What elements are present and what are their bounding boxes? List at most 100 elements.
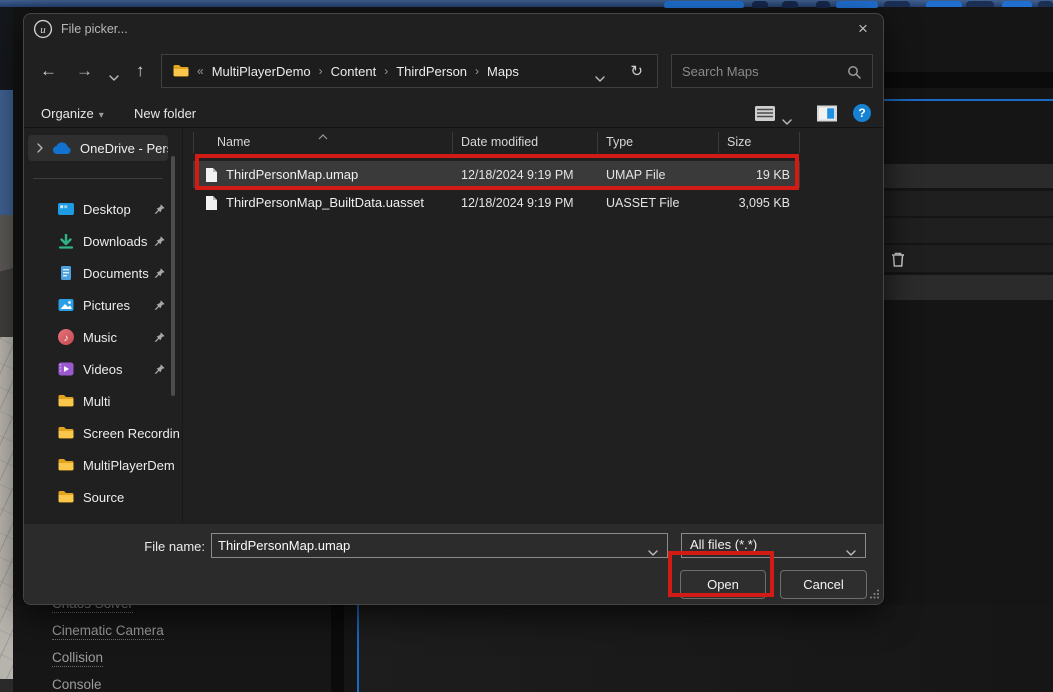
file-name-combobox[interactable] bbox=[211, 533, 668, 558]
pin-icon bbox=[153, 363, 166, 376]
sidebar-item-music[interactable]: ♪ Music bbox=[24, 321, 181, 353]
viewport-sky bbox=[0, 90, 13, 215]
breadcrumb-item[interactable]: ThirdPerson bbox=[392, 64, 471, 79]
sidebar-divider bbox=[33, 178, 163, 179]
folder-icon bbox=[57, 424, 75, 442]
toolbar-divider bbox=[24, 127, 883, 128]
folder-icon bbox=[57, 488, 75, 506]
pictures-icon bbox=[57, 296, 75, 314]
file-picker-dialog: u File picker... × ← → ↑ « MultiPlayerDe… bbox=[23, 13, 884, 605]
file-name: ThirdPersonMap_BuiltData.uasset bbox=[226, 195, 424, 210]
file-type-value: All files (*.*) bbox=[690, 537, 757, 552]
pin-icon bbox=[153, 235, 166, 248]
videos-icon bbox=[57, 360, 75, 378]
file-name-cell: ThirdPersonMap_BuiltData.uasset bbox=[193, 195, 453, 211]
sidebar-item-label: Pictures bbox=[83, 298, 130, 313]
address-bar[interactable]: « MultiPlayerDemo›Content›ThirdPerson›Ma… bbox=[161, 54, 658, 88]
close-icon[interactable]: × bbox=[850, 17, 876, 41]
settings-link-cinematic-camera[interactable]: Cinematic Camera bbox=[52, 623, 164, 640]
file-icon bbox=[205, 195, 218, 211]
sidebar-item-onedrive[interactable]: OneDrive - Perso bbox=[28, 135, 168, 161]
sidebar-item-label: Source bbox=[83, 490, 124, 505]
breadcrumb: MultiPlayerDemo›Content›ThirdPerson›Maps bbox=[208, 64, 523, 79]
recent-locations-chevron-icon[interactable] bbox=[109, 68, 119, 86]
resize-grip-icon[interactable] bbox=[869, 586, 880, 604]
search-icon[interactable] bbox=[847, 65, 861, 84]
sidebar-item-label: Downloads bbox=[83, 234, 147, 249]
dialog-toolbar: Organize▾ New folder ? bbox=[24, 101, 883, 128]
breadcrumb-overflow-icon[interactable]: « bbox=[197, 64, 204, 78]
sidebar-item-screen-recordin[interactable]: Screen Recordin bbox=[24, 417, 181, 449]
sidebar-item-pictures[interactable]: Pictures bbox=[24, 289, 181, 321]
search-box[interactable] bbox=[671, 54, 873, 88]
trash-icon[interactable] bbox=[890, 251, 906, 268]
screenshot-root: Chaos SolverCinematic CameraCollisionCon… bbox=[0, 0, 1053, 692]
folder-icon bbox=[172, 62, 190, 80]
sidebar-item-documents[interactable]: Documents bbox=[24, 257, 181, 289]
column-header-type[interactable]: Type bbox=[598, 132, 719, 153]
panel-row bbox=[884, 245, 1053, 272]
column-header-size[interactable]: Size bbox=[719, 132, 800, 153]
panel-divider bbox=[331, 605, 344, 692]
dialog-titlebar[interactable]: u File picker... × bbox=[24, 14, 883, 44]
unreal-engine-logo-icon: u bbox=[33, 19, 53, 39]
folder-icon bbox=[57, 392, 75, 410]
sidebar-item-source[interactable]: Source bbox=[24, 481, 181, 513]
file-date: 12/18/2024 9:19 PM bbox=[453, 196, 598, 210]
sidebar-item-multiplayerdem[interactable]: MultiPlayerDem bbox=[24, 449, 181, 481]
forward-button[interactable]: → bbox=[76, 62, 93, 80]
annotation-rectangle-selected-file bbox=[195, 154, 799, 190]
editor-details-panel bbox=[884, 7, 1053, 692]
search-input[interactable] bbox=[682, 56, 842, 86]
preview-pane-icon[interactable] bbox=[817, 105, 837, 127]
organize-button[interactable]: Organize▾ bbox=[41, 106, 104, 121]
chevron-down-icon: ▾ bbox=[94, 110, 104, 121]
taskbar-icon-fragment bbox=[752, 1, 768, 8]
up-button[interactable]: ↑ bbox=[136, 62, 145, 80]
sidebar-item-multi[interactable]: Multi bbox=[24, 385, 181, 417]
refresh-icon[interactable]: ↻ bbox=[630, 62, 643, 80]
breadcrumb-separator-icon: › bbox=[315, 64, 327, 78]
column-headers: NameDate modifiedTypeSize bbox=[193, 132, 800, 153]
file-row[interactable]: ThirdPersonMap_BuiltData.uasset 12/18/202… bbox=[193, 189, 800, 216]
cancel-button[interactable]: Cancel bbox=[780, 570, 867, 599]
file-name-input[interactable] bbox=[218, 534, 638, 557]
svg-text:u: u bbox=[40, 24, 46, 36]
panel-row bbox=[884, 164, 1053, 188]
dialog-title: File picker... bbox=[61, 14, 128, 44]
sidebar-item-label: Music bbox=[83, 330, 117, 345]
breadcrumb-item[interactable]: MultiPlayerDemo bbox=[208, 64, 315, 79]
breadcrumb-item[interactable]: Maps bbox=[483, 64, 523, 79]
panel-row bbox=[884, 275, 1053, 300]
taskbar-icon-fragment bbox=[836, 1, 878, 8]
breadcrumb-separator-icon: › bbox=[471, 64, 483, 78]
file-name-label: File name: bbox=[105, 539, 205, 554]
sidebar-item-label: Documents bbox=[83, 266, 149, 281]
details-view-icon[interactable] bbox=[754, 105, 776, 127]
settings-link-collision[interactable]: Collision bbox=[52, 650, 103, 667]
breadcrumb-item[interactable]: Content bbox=[327, 64, 381, 79]
sidebar-item-videos[interactable]: Videos bbox=[24, 353, 181, 385]
expand-chevron-icon[interactable] bbox=[37, 143, 43, 153]
viewport-ramp bbox=[0, 215, 13, 337]
sidebar-item-desktop[interactable]: Desktop bbox=[24, 193, 181, 225]
panel-row bbox=[884, 218, 1053, 243]
settings-category-links: Chaos SolverCinematic CameraCollisionCon… bbox=[52, 596, 312, 692]
navigation-pane: OneDrive - Perso Desktop Downloads Documen… bbox=[24, 129, 181, 524]
downloads-icon bbox=[57, 232, 75, 250]
help-icon[interactable]: ? bbox=[853, 104, 871, 122]
documents-icon bbox=[57, 264, 75, 282]
sidebar-item-downloads[interactable]: Downloads bbox=[24, 225, 181, 257]
sidebar-scrollbar[interactable] bbox=[171, 156, 175, 396]
new-folder-button[interactable]: New folder bbox=[134, 106, 196, 121]
address-dropdown-chevron-icon[interactable] bbox=[595, 69, 605, 87]
pin-icon bbox=[153, 299, 166, 312]
svg-text:♪: ♪ bbox=[64, 333, 69, 344]
back-button[interactable]: ← bbox=[40, 62, 57, 80]
chevron-down-icon[interactable] bbox=[648, 543, 658, 561]
column-header-date-modified[interactable]: Date modified bbox=[453, 132, 598, 153]
sidebar-item-label: OneDrive - Perso bbox=[80, 141, 168, 156]
file-size: 3,095 KB bbox=[719, 196, 800, 210]
chevron-down-icon[interactable] bbox=[846, 543, 856, 561]
settings-link-console[interactable]: Console bbox=[52, 677, 102, 692]
